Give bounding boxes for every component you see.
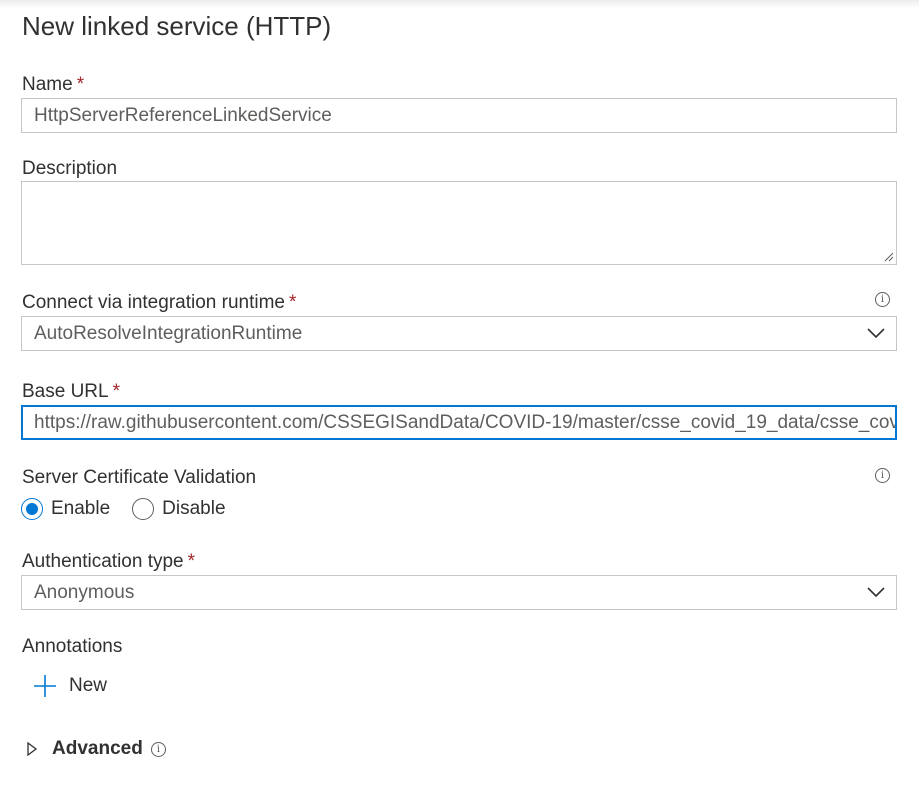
radio-disable-circle[interactable] (132, 498, 155, 520)
advanced-label: Advanced (52, 738, 143, 759)
advanced-toggle[interactable]: Advanced i (26, 736, 166, 762)
info-icon[interactable]: i (875, 468, 890, 483)
new-annotation-button[interactable]: New (33, 672, 107, 700)
name-input-value: HttpServerReferenceLinkedService (34, 105, 332, 126)
base-url-input[interactable]: https://raw.githubusercontent.com/CSSEGI… (21, 405, 897, 440)
top-shadow (0, 0, 919, 8)
chevron-down-icon (867, 587, 885, 598)
runtime-label: Connect via integration runtime * (22, 291, 296, 315)
required-mark: * (187, 551, 196, 572)
radio-enable[interactable]: Enable (21, 498, 110, 520)
name-label-text: Name (22, 74, 73, 95)
required-mark: * (112, 381, 121, 402)
auth-type-dropdown[interactable]: Anonymous (21, 575, 897, 610)
annotations-label: Annotations (22, 636, 123, 657)
base-url-label: Base URL * (22, 380, 120, 404)
base-url-input-value: https://raw.githubusercontent.com/CSSEGI… (34, 412, 897, 433)
name-input[interactable]: HttpServerReferenceLinkedService (21, 98, 897, 133)
required-mark: * (76, 74, 85, 95)
info-icon[interactable]: i (875, 292, 890, 307)
cert-validation-label: Server Certificate Validation (22, 467, 257, 488)
auth-type-label-text: Authentication type (22, 551, 184, 572)
base-url-label-text: Base URL (22, 381, 109, 402)
runtime-dropdown-value: AutoResolveIntegrationRuntime (34, 323, 303, 344)
runtime-label-text: Connect via integration runtime (22, 292, 285, 313)
auth-type-dropdown-value: Anonymous (34, 582, 135, 603)
linked-service-panel: New linked service (HTTP) Name * HttpServ… (0, 0, 919, 802)
cert-validation-radio-group: Enable Disable (21, 495, 248, 523)
required-mark: * (288, 292, 297, 313)
description-label: Description (22, 158, 118, 179)
radio-enable-label: Enable (51, 498, 111, 519)
plus-icon (34, 675, 56, 697)
radio-disable-label: Disable (162, 498, 226, 519)
chevron-down-icon (867, 328, 885, 339)
auth-type-label: Authentication type * (22, 550, 195, 574)
caret-right-icon (27, 742, 38, 756)
name-label: Name * (22, 73, 84, 97)
panel-title: New linked service (HTTP) (22, 11, 332, 41)
resize-grip-icon[interactable] (884, 252, 894, 262)
radio-enable-circle[interactable] (21, 498, 43, 520)
description-textarea[interactable] (21, 181, 897, 265)
runtime-dropdown[interactable]: AutoResolveIntegrationRuntime (21, 316, 897, 351)
radio-disable[interactable]: Disable (132, 498, 226, 520)
info-icon[interactable]: i (150, 741, 166, 757)
new-annotation-label: New (69, 675, 108, 696)
